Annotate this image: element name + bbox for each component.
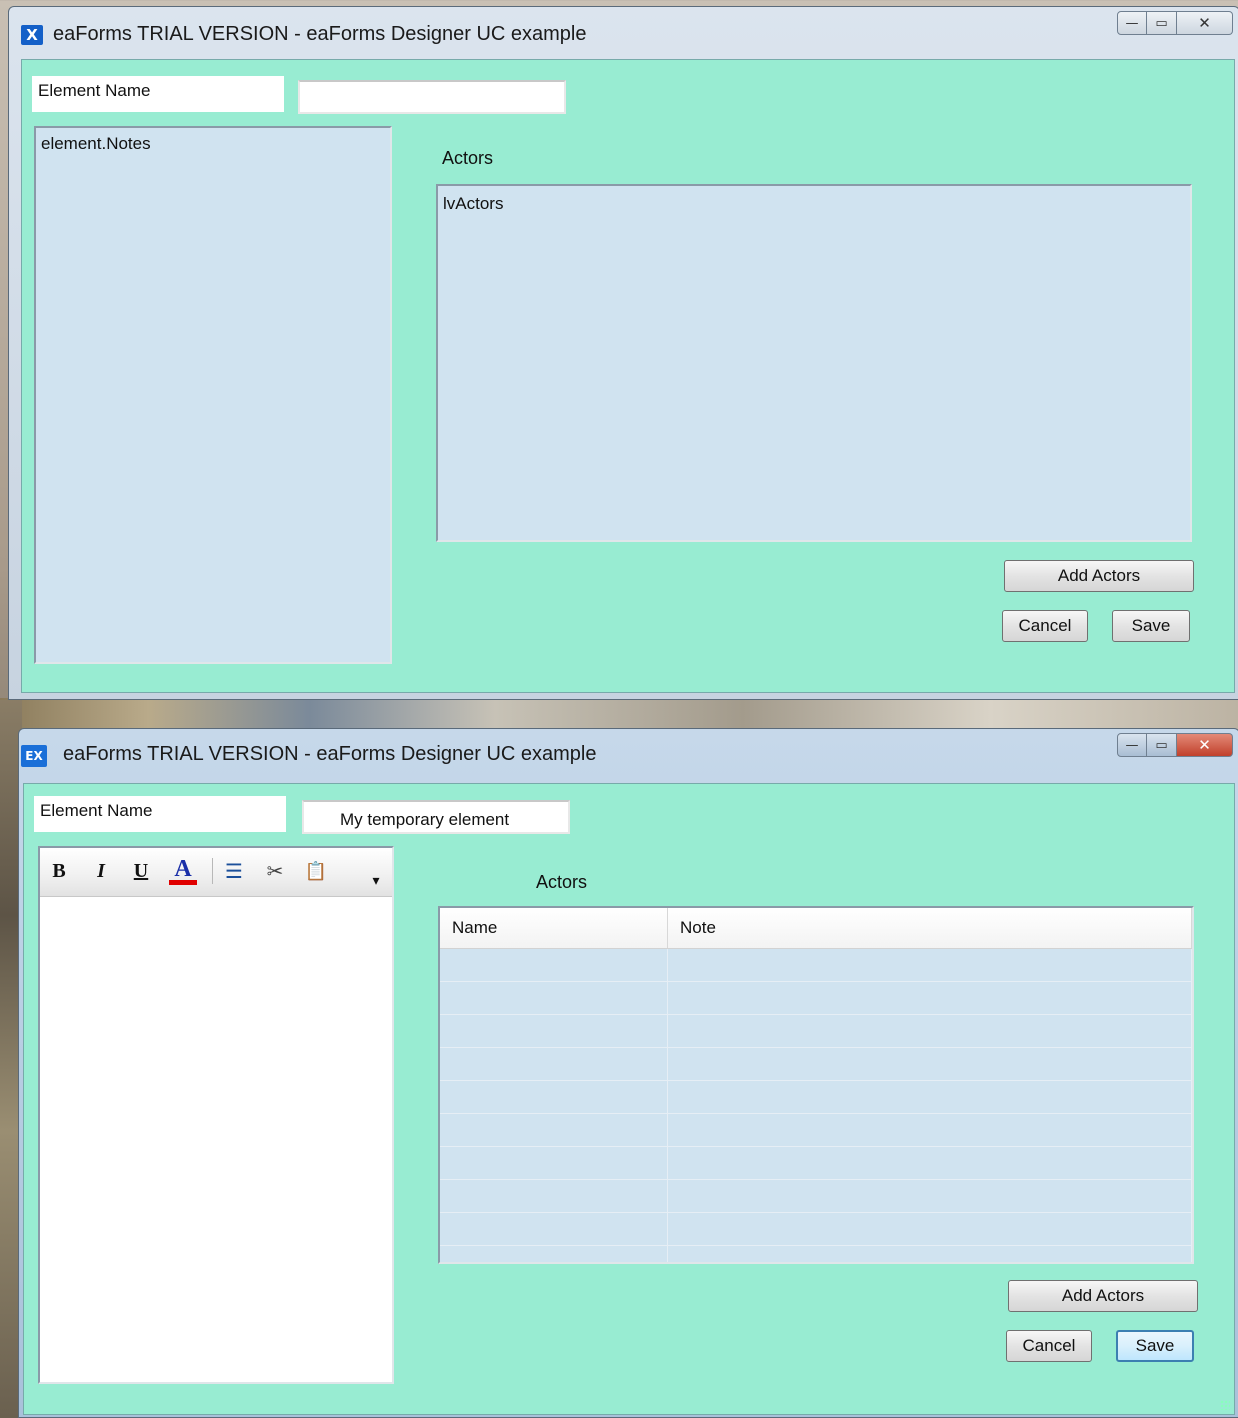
table-cell[interactable] [668, 1246, 1192, 1262]
table-row[interactable] [440, 949, 1192, 982]
table-cell[interactable] [668, 1147, 1192, 1179]
actors-label: Actors [442, 148, 494, 168]
window-title: eaForms TRIAL VERSION - eaForms Designer… [53, 23, 587, 45]
table-cell[interactable] [440, 1048, 668, 1080]
table-cell[interactable] [440, 1015, 668, 1047]
underline-button[interactable]: U [128, 856, 154, 886]
caption-buttons: — ▭ ✕ [1117, 11, 1233, 37]
notes-text: element.Notes [41, 134, 151, 153]
table-row[interactable] [440, 1246, 1192, 1262]
close-button[interactable]: ✕ [1177, 733, 1233, 757]
app-icon-glyph: EX [25, 749, 43, 763]
font-color-button[interactable]: A [168, 856, 198, 886]
minimize-button[interactable]: — [1117, 733, 1147, 757]
close-icon: ✕ [1198, 14, 1211, 32]
toolbar-separator [212, 858, 213, 884]
italic-icon: I [97, 859, 105, 882]
window-designer-runtime: EX eaForms TRIAL VERSION - eaForms Desig… [18, 728, 1238, 1418]
element-name-input[interactable] [302, 800, 570, 834]
element-name-label: Element Name [34, 796, 286, 832]
table-row[interactable] [440, 1180, 1192, 1213]
actors-label: Actors [536, 872, 588, 892]
actors-list-text: lvActors [443, 194, 504, 213]
save-button[interactable]: Save [1116, 1330, 1194, 1362]
save-button[interactable]: Save [1112, 610, 1190, 642]
table-cell[interactable] [440, 1081, 668, 1113]
editor-toolbar: B I U A ☰ ✂ 📋 ▾ [40, 848, 392, 897]
table-row[interactable] [440, 1015, 1192, 1048]
notes-field[interactable]: element.Notes [34, 126, 392, 664]
add-actors-button[interactable]: Add Actors [1004, 560, 1194, 592]
table-row[interactable] [440, 1213, 1192, 1246]
table-cell[interactable] [668, 1114, 1192, 1146]
editor-text-area[interactable] [40, 897, 392, 1382]
chevron-down-icon: ▾ [372, 873, 380, 889]
add-actors-button[interactable]: Add Actors [1008, 1280, 1198, 1312]
scissors-icon: ✂ [266, 859, 284, 883]
actors-table[interactable]: Name Note [438, 906, 1194, 1264]
column-header-name[interactable]: Name [440, 908, 668, 948]
desktop-background [0, 698, 1238, 732]
italic-button[interactable]: I [88, 856, 114, 886]
bold-button[interactable]: B [46, 856, 72, 886]
form-client-area: Element Name B I U A ☰ ✂ 📋 ▾ Actors [23, 783, 1235, 1415]
app-icon-glyph: X [26, 26, 38, 44]
minimize-icon: — [1125, 737, 1139, 753]
cut-button[interactable]: ✂ [262, 856, 288, 886]
bold-icon: B [52, 859, 66, 882]
table-cell[interactable] [668, 949, 1192, 981]
font-color-swatch [169, 879, 197, 885]
cancel-button[interactable]: Cancel [1002, 610, 1088, 642]
element-name-label: Element Name [32, 76, 284, 112]
table-cell[interactable] [668, 1015, 1192, 1047]
maximize-icon: ▭ [1155, 737, 1168, 753]
maximize-icon: ▭ [1155, 15, 1168, 31]
underline-icon: U [133, 859, 149, 882]
maximize-button[interactable]: ▭ [1147, 733, 1177, 757]
close-icon: ✕ [1198, 736, 1211, 754]
bullet-list-button[interactable]: ☰ [220, 856, 248, 886]
bullet-list-icon: ☰ [225, 859, 243, 883]
font-color-icon: A [174, 855, 192, 882]
table-row[interactable] [440, 1114, 1192, 1147]
paste-button[interactable]: 📋 [302, 856, 330, 886]
table-cell[interactable] [440, 1147, 668, 1179]
actors-list[interactable]: lvActors [436, 184, 1192, 542]
table-cell[interactable] [440, 982, 668, 1014]
table-cell[interactable] [668, 1048, 1192, 1080]
column-header-note[interactable]: Note [668, 908, 1192, 948]
table-cell[interactable] [440, 1180, 668, 1212]
table-cell[interactable] [440, 1246, 668, 1262]
caption-buttons: — ▭ ✕ [1117, 733, 1233, 759]
toolbar-overflow-button[interactable]: ▾ [366, 866, 386, 896]
table-cell[interactable] [668, 1213, 1192, 1245]
table-cell[interactable] [440, 949, 668, 981]
paste-icon: 📋 [304, 860, 328, 882]
window-designer-preview: X eaForms TRIAL VERSION - eaForms Design… [8, 6, 1238, 700]
title-bar[interactable]: EX eaForms TRIAL VERSION - eaForms Desig… [19, 729, 1238, 781]
notes-rich-text-editor: B I U A ☰ ✂ 📋 ▾ [38, 846, 394, 1384]
minimize-icon: — [1125, 15, 1139, 31]
table-header: Name Note [440, 908, 1192, 949]
minimize-button[interactable]: — [1117, 11, 1147, 35]
table-row[interactable] [440, 1048, 1192, 1081]
maximize-button[interactable]: ▭ [1147, 11, 1177, 35]
table-row[interactable] [440, 982, 1192, 1015]
app-icon: X [21, 25, 43, 45]
app-icon: EX [21, 745, 47, 767]
title-bar[interactable]: X eaForms TRIAL VERSION - eaForms Design… [9, 7, 1238, 59]
table-cell[interactable] [440, 1114, 668, 1146]
element-name-input[interactable] [298, 80, 566, 114]
table-row[interactable] [440, 1081, 1192, 1114]
table-cell[interactable] [668, 982, 1192, 1014]
table-cell[interactable] [668, 1180, 1192, 1212]
form-client-area: Element Name element.Notes Actors lvActo… [21, 59, 1235, 693]
table-cell[interactable] [668, 1081, 1192, 1113]
table-row[interactable] [440, 1147, 1192, 1180]
resize-grip[interactable] [1220, 1400, 1230, 1410]
close-button[interactable]: ✕ [1177, 11, 1233, 35]
window-title: eaForms TRIAL VERSION - eaForms Designer… [63, 743, 597, 765]
table-cell[interactable] [440, 1213, 668, 1245]
cancel-button[interactable]: Cancel [1006, 1330, 1092, 1362]
